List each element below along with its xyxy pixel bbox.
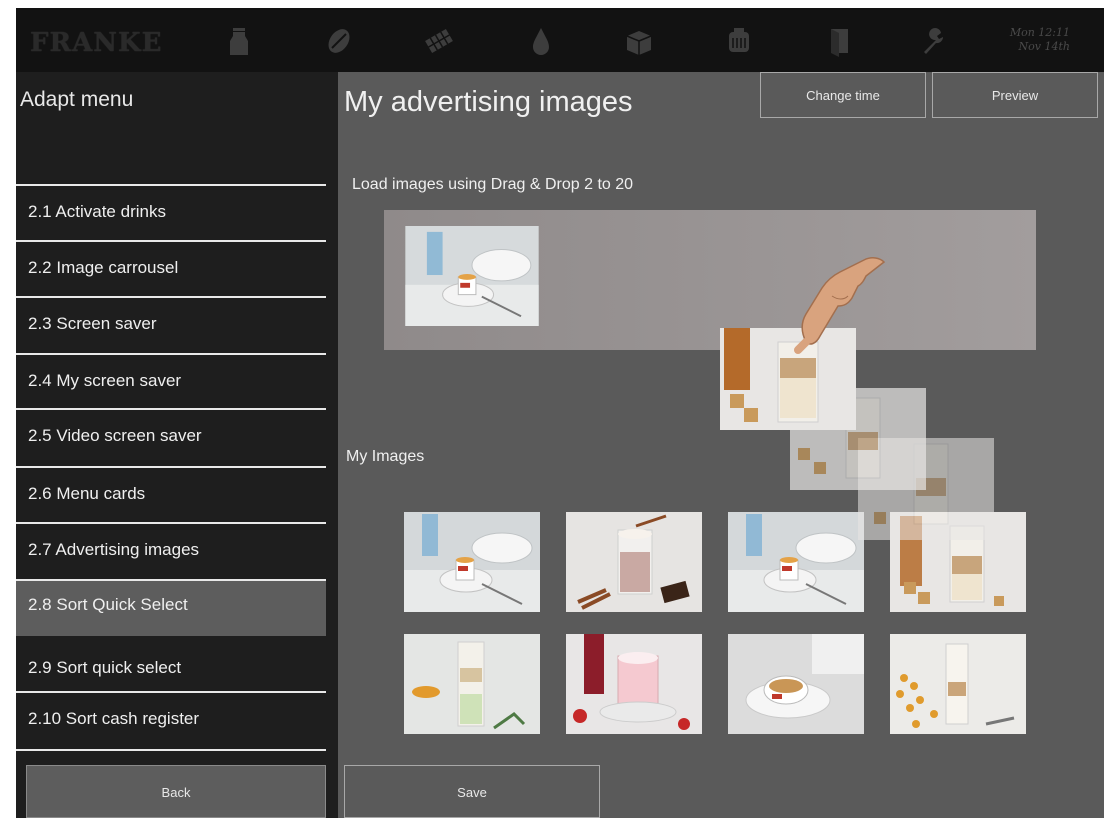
image-thumbnail[interactable] (566, 634, 702, 734)
app-screen: FRANKE Mon 12:11 Nov 14th Adapt menu 2.1… (16, 8, 1104, 818)
image-thumbnail[interactable] (566, 512, 702, 612)
sidebar-title: Adapt menu (20, 88, 134, 111)
cleaning-box-icon[interactable] (622, 24, 656, 58)
franke-logo: FRANKE (30, 28, 163, 58)
chocolate-icon[interactable] (422, 24, 456, 58)
back-button[interactable]: Back (26, 765, 326, 818)
clock-time: Mon 12:11 (1009, 26, 1070, 39)
milk-icon[interactable] (222, 24, 256, 58)
sidebar-item-sort-quick-select[interactable]: 2.9 Sort quick select (16, 642, 326, 694)
loaded-image-espresso[interactable] (404, 226, 540, 328)
sidebar-item-activate-drinks[interactable]: 2.1 Activate drinks (16, 186, 326, 238)
sidebar-item-sort-quick-select-selected[interactable]: 2.8 Sort Quick Select (16, 581, 326, 636)
save-button[interactable]: Save (344, 765, 600, 818)
coffee-bean-icon[interactable] (322, 24, 356, 58)
divider (16, 749, 326, 751)
door-icon[interactable] (822, 24, 856, 58)
top-bar: FRANKE Mon 12:11 Nov 14th (16, 8, 1104, 72)
my-images-label: My Images (346, 448, 425, 465)
wrench-icon[interactable] (918, 24, 952, 58)
image-thumbnail[interactable] (728, 634, 864, 734)
grinder-icon[interactable] (722, 24, 756, 58)
sidebar-item-screen-saver[interactable]: 2.3 Screen saver (16, 298, 326, 350)
clock: Mon 12:11 Nov 14th (996, 26, 1070, 54)
preview-button[interactable]: Preview (932, 72, 1098, 118)
change-time-button[interactable]: Change time (760, 72, 926, 118)
water-drop-icon[interactable] (524, 24, 558, 58)
sidebar: Adapt menu 2.1 Activate drinks 2.2 Image… (16, 72, 338, 818)
sidebar-item-video-screen-saver[interactable]: 2.5 Video screen saver (16, 410, 326, 462)
image-thumbnail[interactable] (404, 634, 540, 734)
drop-zone-label: Load images using Drag & Drop 2 to 20 (352, 176, 634, 193)
image-thumbnail[interactable] (404, 512, 540, 612)
sidebar-item-menu-cards[interactable]: 2.6 Menu cards (16, 468, 326, 520)
sidebar-item-advertising-images[interactable]: 2.7 Advertising images (16, 524, 326, 576)
sidebar-item-my-screen-saver[interactable]: 2.4 My screen saver (16, 355, 326, 407)
image-thumbnail[interactable] (728, 512, 864, 612)
sidebar-item-image-carrousel[interactable]: 2.2 Image carrousel (16, 242, 326, 294)
page-title: My advertising images (344, 86, 633, 118)
image-thumbnail[interactable] (890, 634, 1026, 734)
clock-date: Nov 14th (1018, 40, 1070, 53)
hand-pointer-icon (792, 246, 892, 354)
sidebar-item-sort-cash-register[interactable]: 2.10 Sort cash register (16, 693, 326, 745)
